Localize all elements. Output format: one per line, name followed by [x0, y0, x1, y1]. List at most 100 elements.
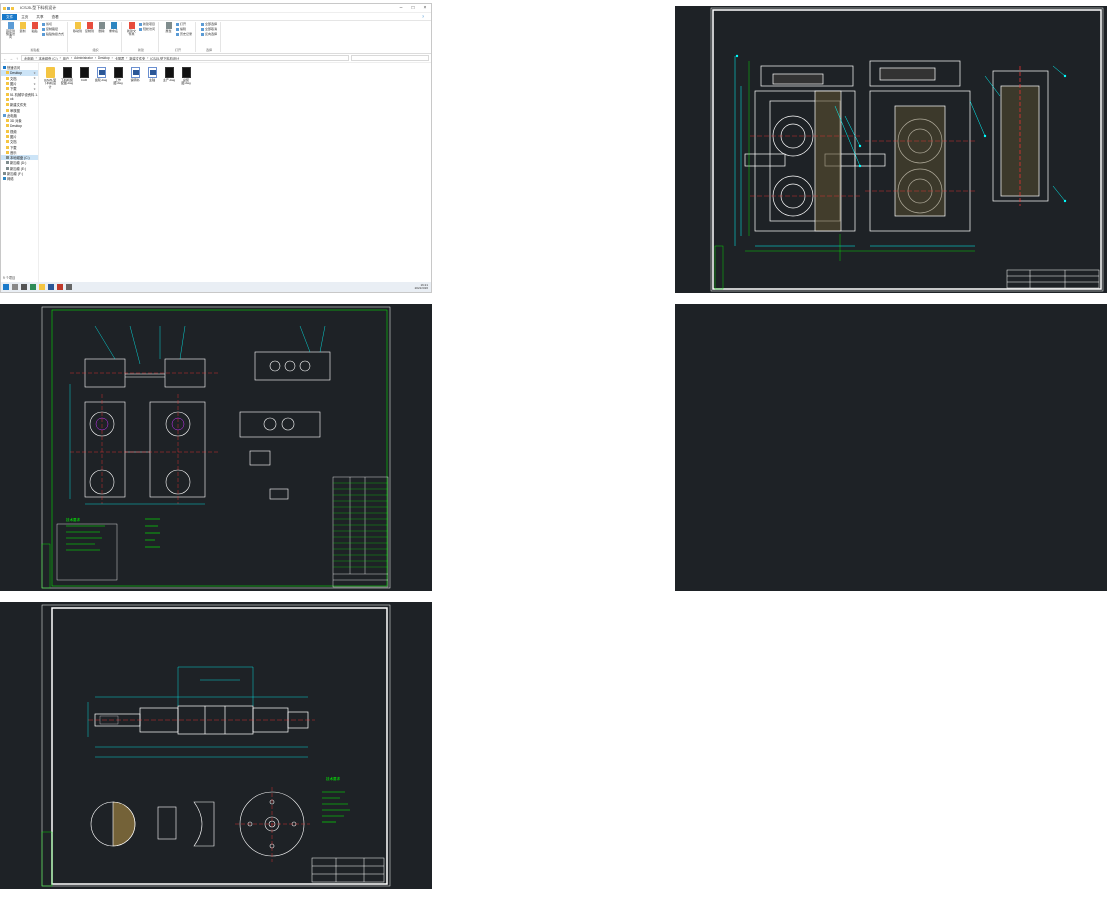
forward-icon[interactable]: →: [9, 56, 13, 61]
ribbon-small-button[interactable]: 复制路径: [42, 27, 64, 31]
up-icon[interactable]: ↑: [15, 56, 19, 61]
folder-icon: [6, 150, 9, 154]
start-icon[interactable]: [3, 284, 9, 290]
ribbon-button[interactable]: 属性: [164, 22, 173, 48]
file-item[interactable]: ICSJ5-型下料机设计: [43, 67, 57, 89]
drawing-canvas: 技术要求: [41, 604, 391, 887]
close-icon[interactable]: ×: [419, 4, 431, 12]
nav-item-label: Desktop: [10, 70, 23, 75]
file-item[interactable]: 下料机装配图.dwg: [60, 67, 74, 89]
clock-date: 2021/3/26: [414, 286, 428, 290]
nav-item-label: 图片: [10, 82, 17, 87]
breadcrumb-item[interactable]: Desktop: [98, 56, 110, 60]
folder-file-icon: [45, 67, 55, 78]
word-icon[interactable]: [48, 284, 54, 290]
ribbon-small-button[interactable]: 新建项目: [139, 22, 155, 26]
ribbon-small-button[interactable]: 打开: [176, 22, 192, 26]
nav-item-label: 此电脑: [7, 113, 17, 118]
ribbon-button[interactable]: 重命名: [109, 22, 118, 48]
folder-icon: [6, 145, 9, 149]
file-item[interactable]: CAD: [77, 67, 91, 89]
ribbon-small-button[interactable]: 全部取消: [201, 27, 217, 31]
ribbon-button[interactable]: 新建文件夹: [127, 22, 136, 48]
ribbon-group: 固定到快速访问 复制 粘贴 剪切 复制路径 粘贴快捷方式 剪贴板: [3, 22, 69, 52]
ribbon-button[interactable]: 复制: [18, 22, 27, 48]
breadcrumb-separator-icon: ›: [147, 56, 149, 60]
ribbon-small-button[interactable]: 剪切: [42, 22, 64, 26]
tab-share[interactable]: 共享: [32, 14, 47, 20]
ribbon-button[interactable]: 固定到快速访问: [6, 22, 15, 48]
nav-item-label: 新加卷 (E:): [10, 166, 27, 171]
ribbon-small-icon: [176, 22, 180, 26]
file-item[interactable]: 齿轮.dwg: [94, 67, 108, 89]
drive-icon: [6, 161, 9, 165]
ribbon-button-icon: [110, 22, 117, 29]
folder-icon: [6, 129, 9, 133]
drive-icon: [6, 156, 9, 160]
folder-icon: [6, 82, 9, 86]
tab-home[interactable]: 主页: [17, 14, 32, 20]
breadcrumb-item[interactable]: ICSJ5-型下料机设计: [150, 56, 179, 61]
tab-view[interactable]: 查看: [48, 14, 63, 20]
doc-file-icon: [147, 67, 157, 78]
ribbon-small-button[interactable]: 反向选择: [201, 32, 217, 36]
ribbon-small-button[interactable]: 历史记录: [176, 32, 192, 36]
file-item[interactable]: 主轴: [145, 67, 159, 89]
nav-item-label: 图片: [10, 135, 17, 139]
nav-item-label: 文档: [10, 76, 17, 81]
breadcrumb-item[interactable]: 本地磁盘 (C:): [39, 56, 58, 61]
properties-icon[interactable]: [7, 6, 10, 10]
breadcrumb-item[interactable]: 新建文件夹: [129, 56, 145, 61]
nav-item-label: 新建文件夹: [10, 103, 27, 108]
maximize-icon[interactable]: □: [407, 4, 419, 12]
autocad-icon[interactable]: [57, 284, 63, 290]
breadcrumb-separator-icon: ›: [94, 56, 96, 60]
breadcrumb[interactable]: 此电脑 › 本地磁盘 (C:) › 用户 › Administrator › Desktop › 卡…: [21, 55, 349, 61]
shaft-part-drawing: 技术要求: [0, 602, 432, 889]
folder-icon: [6, 87, 9, 91]
search-input[interactable]: [351, 55, 429, 61]
nav-item[interactable]: 网络: [1, 176, 38, 181]
ribbon-small-button[interactable]: 编辑: [176, 27, 192, 31]
ribbon-button[interactable]: 粘贴: [30, 22, 39, 48]
nav-item-label: 视频: [10, 129, 17, 134]
ribbon-small-button[interactable]: 全部选择: [201, 22, 217, 26]
ribbon-button[interactable]: 移动到: [73, 22, 82, 48]
breadcrumb-item[interactable]: 此电脑: [24, 56, 34, 61]
help-icon[interactable]: ?: [418, 14, 428, 20]
ribbon-button-icon: [31, 22, 38, 29]
system-tray-clock[interactable]: 16:21 2021/3/26: [414, 283, 428, 291]
search-icon[interactable]: [12, 284, 18, 290]
back-icon[interactable]: ←: [3, 56, 7, 61]
ribbon-button-label: 移动到: [73, 29, 83, 33]
minimize-icon[interactable]: –: [395, 4, 407, 12]
file-item[interactable]: 主产.dwg: [162, 67, 176, 89]
file-item[interactable]: 总装图.dwg: [179, 67, 193, 89]
explorer-taskbar-icon[interactable]: [39, 284, 45, 290]
ribbon-button[interactable]: 复制到: [85, 22, 94, 48]
task-view-icon[interactable]: [21, 284, 27, 290]
breadcrumb-item[interactable]: 卡丽君: [115, 56, 125, 61]
nav-item-label: ok: [10, 97, 14, 102]
breadcrumb-item[interactable]: 用户: [63, 56, 69, 61]
file-item[interactable]: 工作图.dwg: [111, 67, 125, 89]
ribbon-small-button[interactable]: 粘贴快捷方式: [42, 32, 64, 36]
ribbon-small-icon: [42, 22, 45, 26]
app-icon[interactable]: [30, 284, 36, 290]
ribbon-small-label: 新建项目: [143, 22, 156, 26]
nav-item-label: 本地磁盘 (C:): [10, 156, 30, 161]
pin-icon: ★: [33, 76, 36, 81]
breadcrumb-separator-icon: ›: [111, 56, 113, 60]
tab-file[interactable]: 文件: [2, 13, 18, 20]
new-folder-icon[interactable]: [11, 6, 14, 10]
file-explorer-window: ICSJ5-型下料机设计 – □ × 文件 主页 共享 查看 ? 固定到快速访问…: [0, 3, 432, 293]
breadcrumb-separator-icon: ›: [126, 56, 128, 60]
app-icon[interactable]: [66, 284, 72, 290]
ribbon-button[interactable]: 删除: [97, 22, 106, 48]
ribbon-button-icon: [74, 22, 81, 29]
pin-icon: ★: [33, 70, 36, 75]
breadcrumb-item[interactable]: Administrator: [74, 56, 93, 60]
ribbon-button-label: 固定到快速访问: [6, 29, 16, 40]
ribbon-small-button[interactable]: 轻松访问: [139, 27, 155, 31]
file-item[interactable]: 说明书: [128, 67, 142, 89]
